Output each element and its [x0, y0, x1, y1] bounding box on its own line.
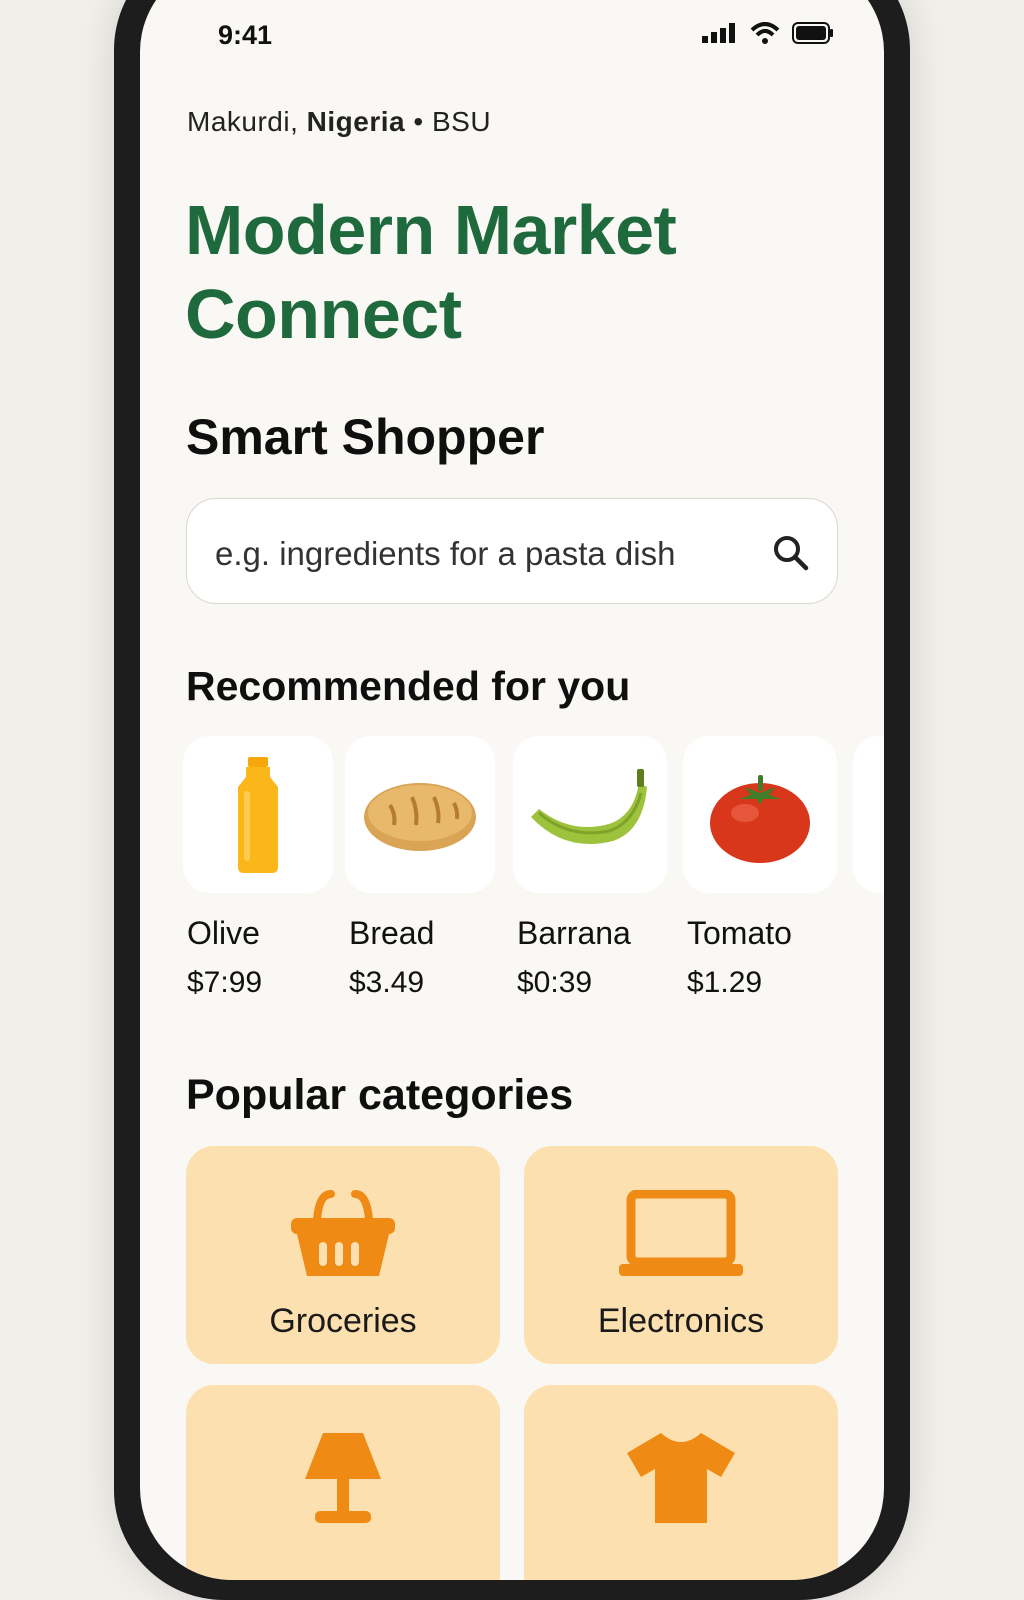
bread-icon: [364, 782, 476, 851]
category-electronics[interactable]: Electronics: [524, 1146, 838, 1364]
lamp-icon: [305, 1433, 381, 1523]
product-image-tile: [853, 736, 884, 893]
wifi-icon: [750, 22, 780, 44]
laptop-icon: [619, 1190, 743, 1276]
product-image-tile: [683, 736, 837, 893]
phone-screen: 9:41 Makurdi, Nigeria • BSU Modern Marke…: [140, 0, 884, 1580]
category-label: Groceries: [269, 1302, 417, 1340]
search-placeholder: e.g. ingredients for a pasta dish: [215, 535, 676, 572]
location-city: Makurdi,: [187, 106, 299, 137]
product-price: $0:39: [517, 966, 593, 999]
app-title: Modern Market Connect: [185, 191, 677, 353]
product-image-tile: [183, 736, 333, 893]
search-icon[interactable]: [771, 533, 811, 573]
smart-shopper-heading: Smart Shopper: [186, 409, 545, 465]
product-image-tile: [345, 736, 495, 893]
battery-icon: [792, 22, 833, 44]
signal-icon: [702, 23, 735, 43]
recommended-heading: Recommended for you: [186, 663, 631, 709]
status-time: 9:41: [218, 20, 273, 50]
bottle-icon: [238, 756, 278, 873]
recommended-list: Olive $7:99 Bread $3.49 Barrana $0:39 To…: [183, 736, 884, 1036]
location-campus: BSU: [431, 106, 492, 137]
product-card-partial[interactable]: [853, 736, 884, 893]
status-icons: [702, 22, 834, 44]
product-card-tomato[interactable]: Tomato $1.29: [683, 736, 838, 1000]
category-label: Electronics: [597, 1302, 765, 1340]
product-price: $3.49: [349, 966, 425, 999]
category-groceries[interactable]: Groceries: [186, 1146, 500, 1364]
product-name: Bread: [349, 915, 435, 951]
product-card-banana[interactable]: Barrana $0:39: [513, 736, 668, 1000]
location-label: Makurdi, Nigeria • BSU: [187, 106, 491, 138]
product-name: Tomato: [687, 915, 792, 951]
product-price: $7:99: [187, 966, 263, 999]
basket-icon: [291, 1190, 395, 1276]
product-name: Olive: [187, 915, 260, 951]
product-price: $1.29: [687, 966, 763, 999]
product-name: Barrana: [517, 915, 631, 951]
tshirt-icon: [627, 1433, 735, 1523]
banana-icon: [531, 768, 647, 844]
location-separator: •: [413, 106, 424, 137]
product-image-tile: [513, 736, 667, 893]
tomato-icon: [710, 774, 810, 863]
category-fashion[interactable]: [524, 1385, 838, 1580]
category-home[interactable]: [186, 1385, 500, 1580]
search-input[interactable]: e.g. ingredients for a pasta dish: [186, 498, 838, 604]
categories-heading: Popular categories: [186, 1071, 574, 1119]
product-card-olive[interactable]: Olive $7:99: [183, 736, 338, 1000]
location-country: Nigeria: [306, 106, 406, 137]
product-card-bread[interactable]: Bread $3.49: [345, 736, 500, 1000]
